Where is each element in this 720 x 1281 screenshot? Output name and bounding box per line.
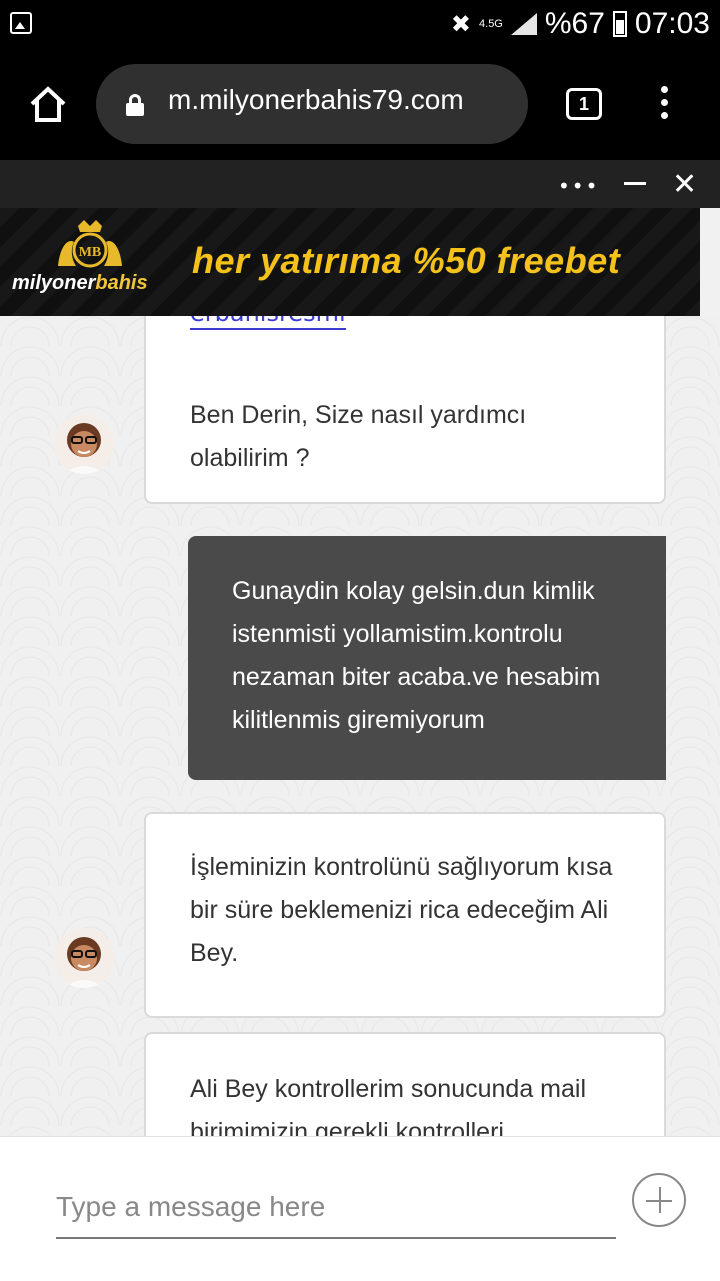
crest-letters: MB (79, 245, 102, 260)
message-composer (0, 1136, 720, 1281)
ad-slogan: her yatırıma %50 freebet (192, 240, 621, 281)
message-text: İşleminizin kontrolünü sağlıyorum kısa b… (190, 853, 613, 967)
status-indicators: ✖ 4.5G %67 07:03 (451, 6, 710, 42)
more-options-icon[interactable]: ••• (558, 174, 599, 198)
message-input[interactable] (56, 1177, 616, 1239)
chat-transcript[interactable]: Ben Derin, Size nasıl yardımcı olabiliri… (0, 316, 720, 1136)
support-link[interactable]: erbahisresmi (190, 316, 346, 330)
agent-message-bubble: Ali Bey kontrollerim sonucunda mail biri… (144, 1032, 666, 1136)
close-icon[interactable]: ✕ (672, 170, 697, 200)
battery-percent: %67 (544, 7, 605, 40)
agent-avatar (54, 928, 114, 988)
agent-message-bubble: İşleminizin kontrolünü sağlıyorum kısa b… (144, 812, 666, 1018)
agent-avatar (54, 414, 114, 474)
home-icon[interactable] (28, 84, 68, 124)
crest-logo-icon: MB (50, 216, 130, 276)
brand-logo-text: milyonerbahis (12, 272, 148, 295)
url-text: m.milyonerbahis79.com (168, 84, 464, 115)
ad-controls-bar: ••• ✕ (0, 160, 720, 208)
network-type: 4.5G (479, 17, 503, 30)
ad-banner[interactable]: MB milyonerbahis her yatırıma %50 freebe… (0, 208, 700, 316)
message-text: Ben Derin, Size nasıl yardımcı olabiliri… (190, 401, 527, 472)
battery-icon (612, 11, 627, 37)
brand-prefix: milyoner (12, 272, 96, 294)
overflow-menu-icon[interactable] (660, 86, 668, 122)
lock-icon (126, 94, 144, 116)
status-bar: ✖ 4.5G %67 07:03 (0, 0, 720, 48)
brand-suffix: bahis (95, 272, 148, 294)
image-notification-icon (10, 12, 32, 34)
vibrate-mute-icon: ✖ (450, 10, 472, 38)
browser-toolbar: m.milyonerbahis79.com 1 (0, 48, 720, 160)
clock: 07:03 (634, 7, 710, 40)
tab-switcher-button[interactable]: 1 (566, 88, 602, 120)
minimize-icon[interactable] (624, 182, 646, 185)
signal-icon (510, 13, 537, 35)
message-text: Gunaydin kolay gelsin.dun kimlik istenmi… (232, 577, 601, 734)
user-message-bubble: Gunaydin kolay gelsin.dun kimlik istenmi… (188, 536, 666, 780)
message-text: Ali Bey kontrollerim sonucunda mail biri… (190, 1075, 587, 1136)
agent-message-bubble: Ben Derin, Size nasıl yardımcı olabiliri… (144, 316, 666, 504)
add-attachment-button[interactable] (632, 1173, 686, 1227)
address-bar[interactable]: m.milyonerbahis79.com (96, 64, 528, 144)
